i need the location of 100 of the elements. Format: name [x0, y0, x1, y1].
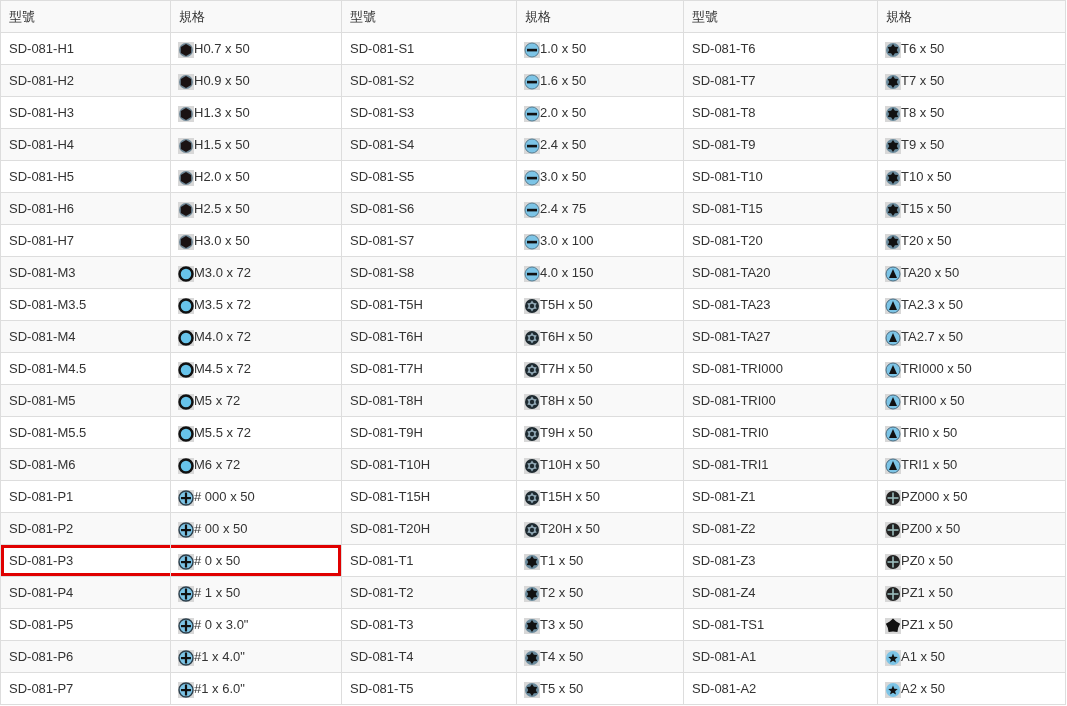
table-cell: SD-081-T3	[342, 609, 517, 641]
table-cell: M3.0 x 72	[171, 257, 342, 289]
table-cell: SD-081-T6H	[342, 321, 517, 353]
cross-tip-icon	[885, 521, 901, 538]
table-cell: SD-081-M5.5	[1, 417, 171, 449]
table-cell: T9 x 50	[878, 129, 1066, 161]
table-cell: SD-081-T20H	[342, 513, 517, 545]
security-star-tip-icon	[524, 393, 540, 410]
cross-tip-icon	[178, 553, 194, 570]
star-tip-icon	[885, 233, 901, 250]
table-cell: SD-081-H7	[1, 225, 171, 257]
hex-tip-icon	[178, 169, 194, 186]
table-cell: SD-081-T5H	[342, 289, 517, 321]
hex-tip-icon	[178, 73, 194, 90]
table-cell: SD-081-Z2	[684, 513, 878, 545]
slotted-tip-icon	[524, 105, 540, 122]
table-cell: T9H x 50	[517, 417, 684, 449]
triangle-tip-icon	[885, 265, 901, 282]
table-cell: 1.6 x 50	[517, 65, 684, 97]
table-cell: T6 x 50	[878, 33, 1066, 65]
table-cell: T10 x 50	[878, 161, 1066, 193]
hex-tip-icon	[178, 105, 194, 122]
table-cell: TRI00 x 50	[878, 385, 1066, 417]
table-cell: TA20 x 50	[878, 257, 1066, 289]
table-cell: T7H x 50	[517, 353, 684, 385]
star-tip-icon	[524, 649, 540, 666]
security-star-tip-icon	[524, 521, 540, 538]
security-star-tip-icon	[524, 457, 540, 474]
star-tip-icon	[524, 585, 540, 602]
table-cell: # 0 x 50	[171, 545, 342, 577]
table-cell: SD-081-H2	[1, 65, 171, 97]
table-cell: SD-081-TRI00	[684, 385, 878, 417]
table-cell: H2.0 x 50	[171, 161, 342, 193]
star-tip-icon	[885, 681, 901, 698]
table-cell: T1 x 50	[517, 545, 684, 577]
table-cell: TA2.7 x 50	[878, 321, 1066, 353]
table-cell: # 00 x 50	[171, 513, 342, 545]
star-tip-icon	[885, 41, 901, 58]
table-cell: SD-081-P5	[1, 609, 171, 641]
ring-tip-icon	[178, 297, 194, 314]
table-cell: 4.0 x 150	[517, 257, 684, 289]
table-cell: SD-081-Z4	[684, 577, 878, 609]
table-cell: T20 x 50	[878, 225, 1066, 257]
table-cell: SD-081-P3	[1, 545, 171, 577]
slotted-tip-icon	[524, 201, 540, 218]
table-cell: SD-081-S6	[342, 193, 517, 225]
table-cell: SD-081-M3.5	[1, 289, 171, 321]
table-cell: T8 x 50	[878, 97, 1066, 129]
hex-tip-icon	[178, 41, 194, 58]
table-cell: SD-081-H1	[1, 33, 171, 65]
table-cell: SD-081-T2	[342, 577, 517, 609]
table-cell: PZ000 x 50	[878, 481, 1066, 513]
star-tip-icon	[885, 105, 901, 122]
table-cell: M4.0 x 72	[171, 321, 342, 353]
slotted-tip-icon	[524, 73, 540, 90]
table-cell: SD-081-T10H	[342, 449, 517, 481]
table-cell: SD-081-P4	[1, 577, 171, 609]
table-cell: SD-081-M5	[1, 385, 171, 417]
table-cell: SD-081-P6	[1, 641, 171, 673]
table-cell: SD-081-S5	[342, 161, 517, 193]
hex-tip-icon	[178, 137, 194, 154]
security-star-tip-icon	[524, 361, 540, 378]
table-cell: SD-081-S4	[342, 129, 517, 161]
star-tip-icon	[524, 553, 540, 570]
table-cell: SD-081-A1	[684, 641, 878, 673]
table-cell: SD-081-TA20	[684, 257, 878, 289]
table-cell: SD-081-T9	[684, 129, 878, 161]
star-tip-icon	[885, 73, 901, 90]
security-star-tip-icon	[524, 329, 540, 346]
table-cell: M6 x 72	[171, 449, 342, 481]
table-cell: SD-081-T6	[684, 33, 878, 65]
column-header: 型號	[342, 1, 517, 33]
table-cell: # 000 x 50	[171, 481, 342, 513]
table-cell: SD-081-A2	[684, 673, 878, 705]
table-cell: SD-081-H4	[1, 129, 171, 161]
table-cell: 3.0 x 100	[517, 225, 684, 257]
cross-tip-icon	[178, 521, 194, 538]
table-cell: PZ0 x 50	[878, 545, 1066, 577]
triangle-tip-icon	[885, 457, 901, 474]
triangle-tip-icon	[885, 361, 901, 378]
table-cell: PZ1 x 50	[878, 609, 1066, 641]
table-cell: 2.4 x 50	[517, 129, 684, 161]
table-cell: H2.5 x 50	[171, 193, 342, 225]
table-cell: SD-081-TA27	[684, 321, 878, 353]
table-cell: T5H x 50	[517, 289, 684, 321]
table-cell: SD-081-P1	[1, 481, 171, 513]
slotted-tip-icon	[524, 137, 540, 154]
slotted-tip-icon	[524, 169, 540, 186]
table-cell: SD-081-S2	[342, 65, 517, 97]
pentagon-tip-icon	[885, 617, 901, 634]
cross-tip-icon	[178, 681, 194, 698]
table-cell: SD-081-TRI000	[684, 353, 878, 385]
table-cell: M3.5 x 72	[171, 289, 342, 321]
table-cell: H0.7 x 50	[171, 33, 342, 65]
ring-tip-icon	[178, 329, 194, 346]
table-cell: TRI1 x 50	[878, 449, 1066, 481]
table-cell: SD-081-S7	[342, 225, 517, 257]
cross-tip-icon	[178, 649, 194, 666]
table-cell: SD-081-S8	[342, 257, 517, 289]
table-cell: SD-081-T10	[684, 161, 878, 193]
